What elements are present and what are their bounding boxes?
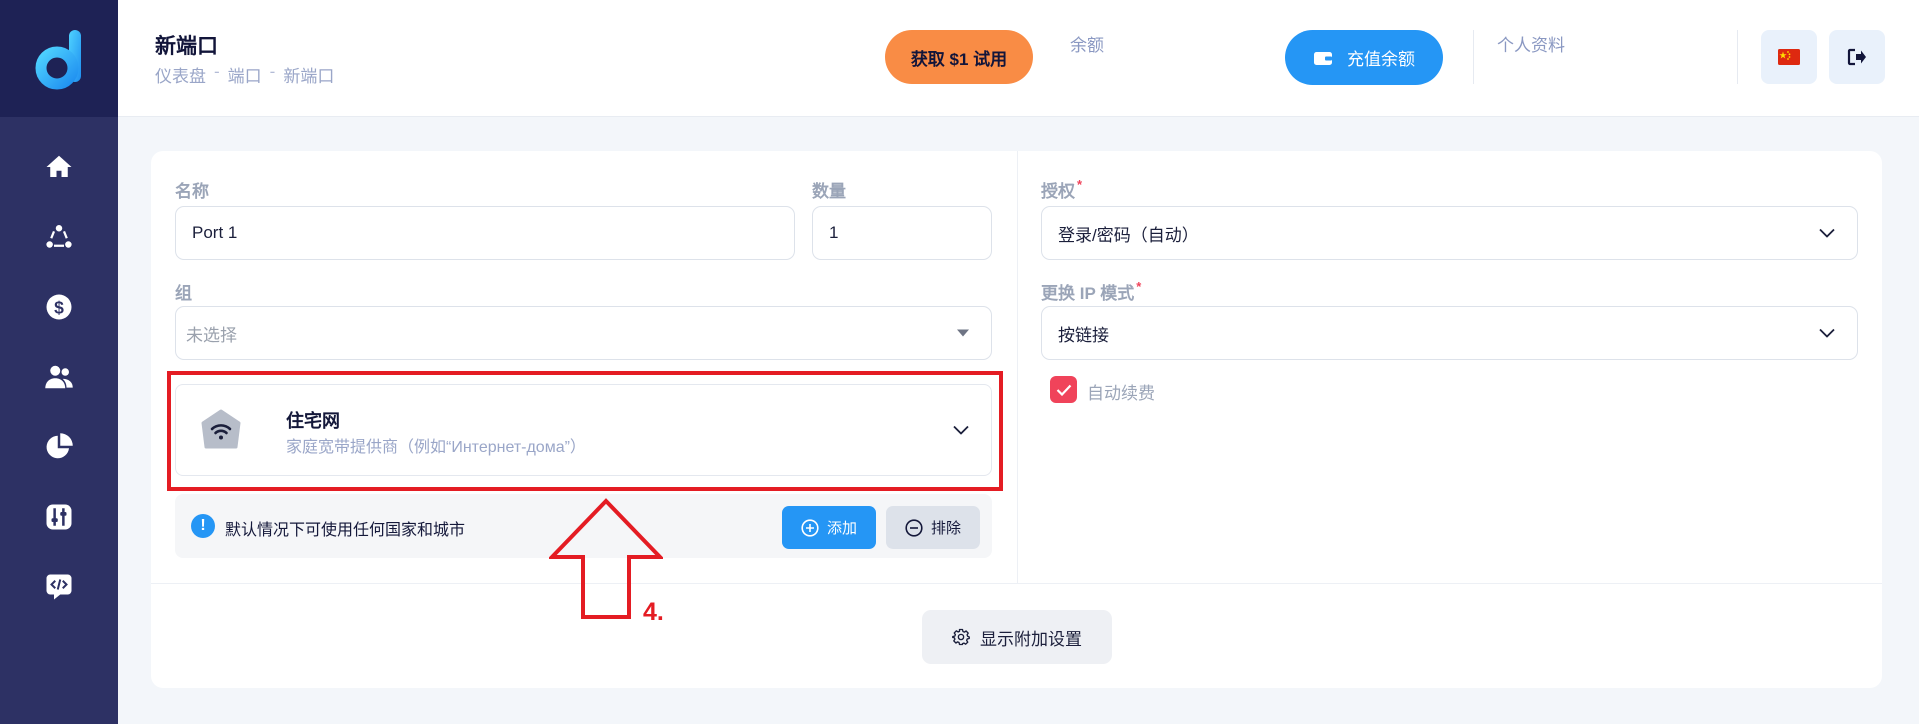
sidebar-item-network[interactable] <box>39 217 79 257</box>
logo-area <box>0 0 118 117</box>
plus-circle-icon <box>801 518 819 537</box>
sidebar-item-stats[interactable] <box>39 427 79 467</box>
group-select-placeholder: 未选择 <box>186 325 237 345</box>
required-mark: * <box>1136 279 1142 294</box>
add-location-label: 添加 <box>826 520 857 537</box>
page-title: 新端口 <box>155 35 218 58</box>
new-port-form-card: 名称 Port 1 数量 1 组 未选择 住宅网 家庭宽带提供商（例如“Инте… <box>151 151 1882 688</box>
annotation-highlight-frame <box>167 371 1003 491</box>
sidebar-item-billing[interactable]: $ <box>39 287 79 327</box>
pie-chart-icon <box>46 433 73 459</box>
gear-icon <box>952 628 970 646</box>
header-divider <box>1473 30 1474 84</box>
auth-select[interactable]: 登录/密码（自动） <box>1041 206 1858 260</box>
wallet-icon <box>1314 51 1332 65</box>
quantity-input-value: 1 <box>829 223 839 242</box>
balance-label: 余额 <box>1070 36 1104 55</box>
breadcrumb-dashboard[interactable]: 仪表盘 <box>155 62 206 87</box>
exclude-location-button[interactable]: 排除 <box>886 506 980 549</box>
rotation-mode-label: 更换 IP 模式 * <box>1041 279 1141 304</box>
rotation-mode-select[interactable]: 按链接 <box>1041 306 1858 360</box>
home-icon <box>46 155 72 177</box>
header-divider <box>1737 30 1738 84</box>
column-divider <box>1017 151 1018 583</box>
name-input[interactable]: Port 1 <box>175 206 795 260</box>
topup-balance-label: 充值余额 <box>1347 50 1415 69</box>
annotation-step-label: 4. <box>643 598 664 626</box>
sidebar-item-settings[interactable] <box>39 497 79 537</box>
add-location-button[interactable]: 添加 <box>782 506 876 549</box>
show-additional-settings-button[interactable]: 显示附加设置 <box>922 610 1112 664</box>
auth-label-text: 授权 <box>1041 182 1075 201</box>
caret-down-icon <box>957 329 969 337</box>
location-info-text: 默认情况下可使用任何国家和城市 <box>225 522 466 539</box>
language-button[interactable] <box>1761 30 1817 84</box>
auto-renew-label[interactable]: 自动续费 <box>1087 379 1155 404</box>
network-icon <box>46 225 72 248</box>
minus-circle-icon <box>905 518 923 537</box>
sliders-icon <box>46 504 72 530</box>
group-select[interactable]: 未选择 <box>175 306 992 360</box>
info-icon: ! <box>191 514 215 538</box>
code-icon <box>46 574 72 600</box>
logout-icon <box>1847 48 1866 66</box>
row-divider <box>151 583 1882 584</box>
breadcrumb-separator: - <box>214 62 220 81</box>
breadcrumb-new-port: 新端口 <box>283 67 335 86</box>
users-icon <box>45 365 73 389</box>
sidebar-item-users[interactable] <box>39 357 79 397</box>
svg-text:$: $ <box>54 297 64 317</box>
auth-label: 授权 * <box>1041 177 1082 202</box>
auto-renew-checkbox[interactable] <box>1050 376 1077 403</box>
quantity-label: 数量 <box>812 182 846 201</box>
sidebar-item-home[interactable] <box>39 147 79 187</box>
breadcrumb-separator: - <box>269 62 276 81</box>
name-input-value: Port 1 <box>192 223 238 242</box>
d-logo-icon[interactable] <box>35 28 83 90</box>
quantity-input[interactable]: 1 <box>812 206 992 260</box>
exclude-location-label: 排除 <box>930 520 961 537</box>
auth-select-value: 登录/密码（自动） <box>1058 225 1199 245</box>
sidebar-item-api[interactable] <box>39 567 79 607</box>
checkmark-icon <box>1056 384 1071 396</box>
name-label: 名称 <box>175 182 209 201</box>
china-flag-icon <box>1778 49 1800 65</box>
sidebar: $ <box>0 0 118 724</box>
required-mark: * <box>1077 177 1083 192</box>
rotation-mode-value: 按链接 <box>1058 325 1109 345</box>
logout-button[interactable] <box>1829 30 1885 84</box>
topup-balance-button[interactable]: 充值余额 <box>1285 30 1443 85</box>
chevron-down-icon <box>1819 328 1835 338</box>
get-trial-button[interactable]: 获取 $1 试用 <box>885 30 1033 84</box>
chevron-down-icon <box>1819 228 1835 238</box>
breadcrumb-ports[interactable]: 端口 <box>228 62 262 87</box>
sidebar-nav: $ <box>0 117 118 637</box>
show-additional-settings-label: 显示附加设置 <box>980 629 1082 649</box>
profile-label[interactable]: 个人资料 <box>1497 31 1565 56</box>
rotation-mode-label-text: 更换 IP 模式 <box>1041 284 1135 303</box>
breadcrumb: 仪表盘 - 端口 - 新端口 <box>155 62 334 87</box>
group-label: 组 <box>175 284 192 303</box>
header: 新端口 仪表盘 - 端口 - 新端口 获取 $1 试用 余额 充值余额 个人资料 <box>118 0 1919 117</box>
dollar-icon: $ <box>46 294 72 320</box>
